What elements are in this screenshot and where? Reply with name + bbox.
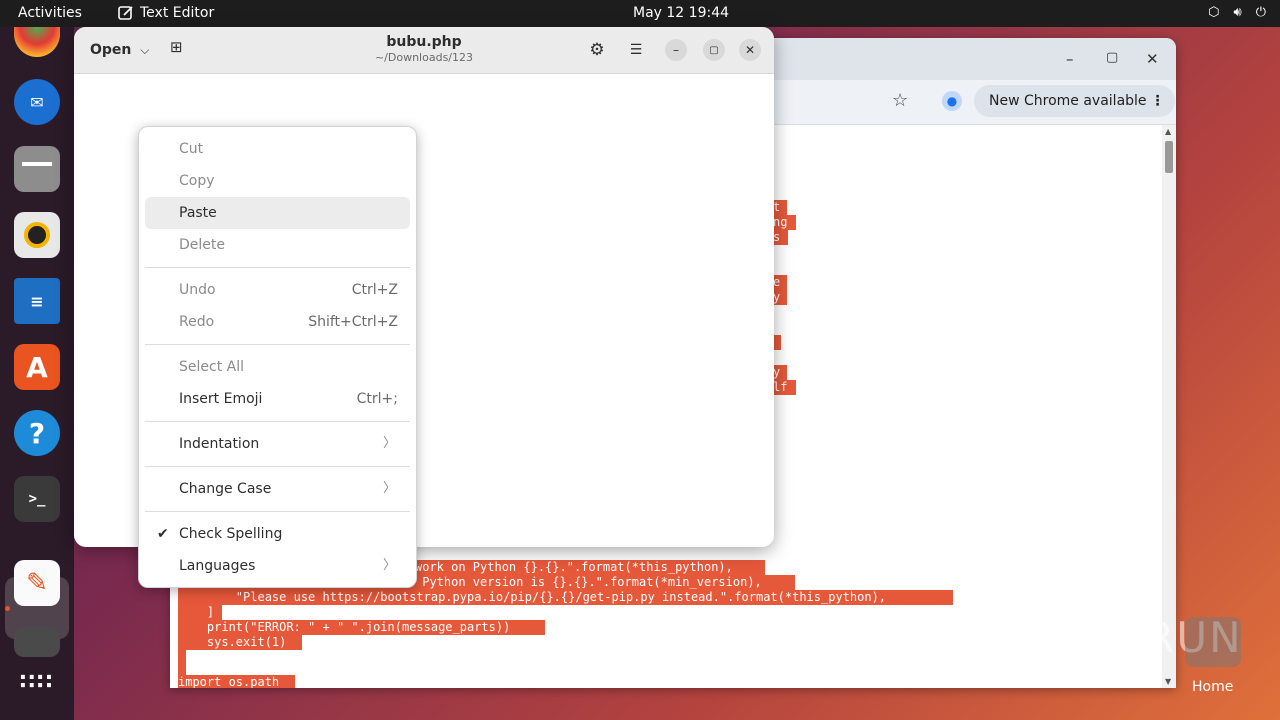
menu-item-check-spelling[interactable]: ✔ Check Spelling — [145, 518, 410, 550]
menu-item-insert-emoji[interactable]: Insert Emoji Ctrl+; — [145, 383, 410, 415]
menu-item-cut[interactable]: Cut — [145, 133, 410, 165]
top-bar: Activities Text Editor May 12 19:44 ⬡ 🔊︎… — [0, 0, 1280, 27]
home-folder-icon[interactable] — [1185, 617, 1241, 667]
code-line: Python version is {}.{}.".format(*min_ve… — [415, 575, 795, 590]
menu-separator — [145, 344, 410, 345]
rhythmbox-icon[interactable] — [14, 212, 60, 258]
menu-separator — [145, 466, 410, 467]
menu-item-select-all[interactable]: Select All — [145, 351, 410, 383]
code-line: ] — [178, 605, 222, 620]
main-menu-icon[interactable]: ☰ — [625, 39, 647, 61]
maximize-button[interactable]: ▢ — [703, 39, 725, 61]
chrome-icon[interactable] — [14, 27, 60, 57]
app-center-icon[interactable]: A — [14, 344, 60, 390]
network-icon: ⬡ — [1208, 5, 1220, 20]
dock: ✉ ≡ A ? >_ ✎ ∷∷ — [0, 27, 74, 720]
menu-item-undo[interactable]: Undo Ctrl+Z — [145, 274, 410, 306]
code-line: ng — [773, 215, 796, 230]
running-indicator — [5, 606, 10, 611]
power-icon: ⏻ — [1255, 5, 1266, 20]
app-name: Text Editor — [140, 5, 215, 21]
menu-separator — [145, 511, 410, 512]
open-label: Open — [90, 42, 132, 58]
volume-icon: 🔊︎ — [1233, 5, 1242, 20]
code-line: e — [773, 275, 787, 290]
code-line: s — [773, 230, 788, 245]
writer-icon[interactable]: ≡ — [14, 278, 60, 324]
more-menu-icon[interactable]: ⋮ — [1151, 85, 1165, 117]
menu-item-change-case[interactable]: Change Case 〉 — [145, 473, 410, 505]
text-editor-icon — [118, 6, 133, 20]
settings-gear-icon[interactable]: ⚙ — [586, 39, 608, 61]
code-line: import os.path — [178, 675, 295, 688]
help-icon[interactable]: ? — [14, 410, 60, 456]
blank-line — [178, 650, 186, 675]
chevron-right-icon: 〉 — [382, 558, 396, 573]
menu-item-copy[interactable]: Copy — [145, 165, 410, 197]
new-chrome-available-button[interactable]: New Chrome available ⋮ — [974, 85, 1175, 117]
files-icon[interactable] — [14, 146, 60, 192]
minimize-button[interactable]: – — [665, 39, 687, 61]
new-chrome-label: New Chrome available — [989, 93, 1147, 109]
new-tab-icon[interactable]: ⊞ — [170, 38, 183, 56]
code-line: print("ERROR: " + " ".join(message_parts… — [178, 620, 545, 635]
thunderbird-icon[interactable]: ✉ — [14, 79, 60, 125]
code-line — [773, 335, 781, 350]
editor-headerbar[interactable]: Open ⌵ ⊞ bubu.php ~/Downloads/123 ⚙ ☰ – … — [74, 27, 774, 74]
chevron-right-icon: 〉 — [382, 481, 396, 496]
chevron-right-icon: 〉 — [382, 436, 396, 451]
terminal-icon[interactable]: >_ — [14, 476, 60, 522]
menu-item-redo[interactable]: Redo Shift+Ctrl+Z — [145, 306, 410, 338]
scrollbar-thumb[interactable] — [1165, 141, 1173, 173]
app-menu[interactable]: Text Editor — [118, 5, 214, 21]
menu-item-paste[interactable]: Paste — [145, 197, 410, 229]
document-title: bubu.php — [386, 34, 462, 50]
menu-item-indentation[interactable]: Indentation 〉 — [145, 428, 410, 460]
code-line: work on Python {}.{}.".format(*this_pyth… — [415, 560, 765, 575]
activities-button[interactable]: Activities — [18, 5, 82, 21]
code-line: "Please use https://bootstrap.pypa.io/pi… — [178, 590, 953, 605]
open-button[interactable]: Open ⌵ — [82, 35, 157, 65]
bookmark-star-icon[interactable]: ☆ — [892, 90, 908, 111]
menu-separator — [145, 267, 410, 268]
close-button[interactable]: ✕ — [1146, 50, 1159, 68]
minimize-button[interactable]: – — [1066, 50, 1074, 68]
clock[interactable]: May 12 19:44 — [633, 5, 729, 21]
menu-item-languages[interactable]: Languages 〉 — [145, 550, 410, 582]
context-menu: Cut Copy Paste Delete Undo Ctrl+Z Redo Shi… — [138, 126, 417, 588]
scroll-up-arrow-icon[interactable]: ▲ — [1165, 127, 1171, 136]
app-grid-icon[interactable]: ∷∷ — [14, 660, 60, 706]
disk-icon[interactable] — [14, 627, 60, 657]
text-editor-icon[interactable]: ✎ — [14, 560, 60, 606]
chevron-down-icon: ⌵ — [140, 43, 150, 57]
scroll-down-arrow-icon[interactable]: ▼ — [1165, 677, 1171, 686]
profile-avatar[interactable]: ● — [942, 91, 962, 111]
code-line: y — [773, 365, 787, 380]
home-label[interactable]: Home — [1192, 679, 1233, 695]
code-line: sys.exit(1) — [178, 635, 302, 650]
code-line: t — [773, 200, 787, 215]
system-tray[interactable]: ⬡ 🔊︎ ⏻ — [1208, 5, 1266, 20]
menu-separator — [145, 421, 410, 422]
close-button[interactable]: ✕ — [739, 39, 761, 61]
scrollbar[interactable]: ▲ ▼ — [1162, 125, 1176, 688]
maximize-button[interactable]: ▢ — [1106, 50, 1118, 65]
document-path: ~/Downloads/123 — [374, 51, 474, 64]
checkmark-icon: ✔ — [157, 526, 169, 542]
code-line: y — [773, 290, 787, 305]
menu-item-delete[interactable]: Delete — [145, 229, 410, 261]
code-line: lf — [773, 380, 796, 395]
